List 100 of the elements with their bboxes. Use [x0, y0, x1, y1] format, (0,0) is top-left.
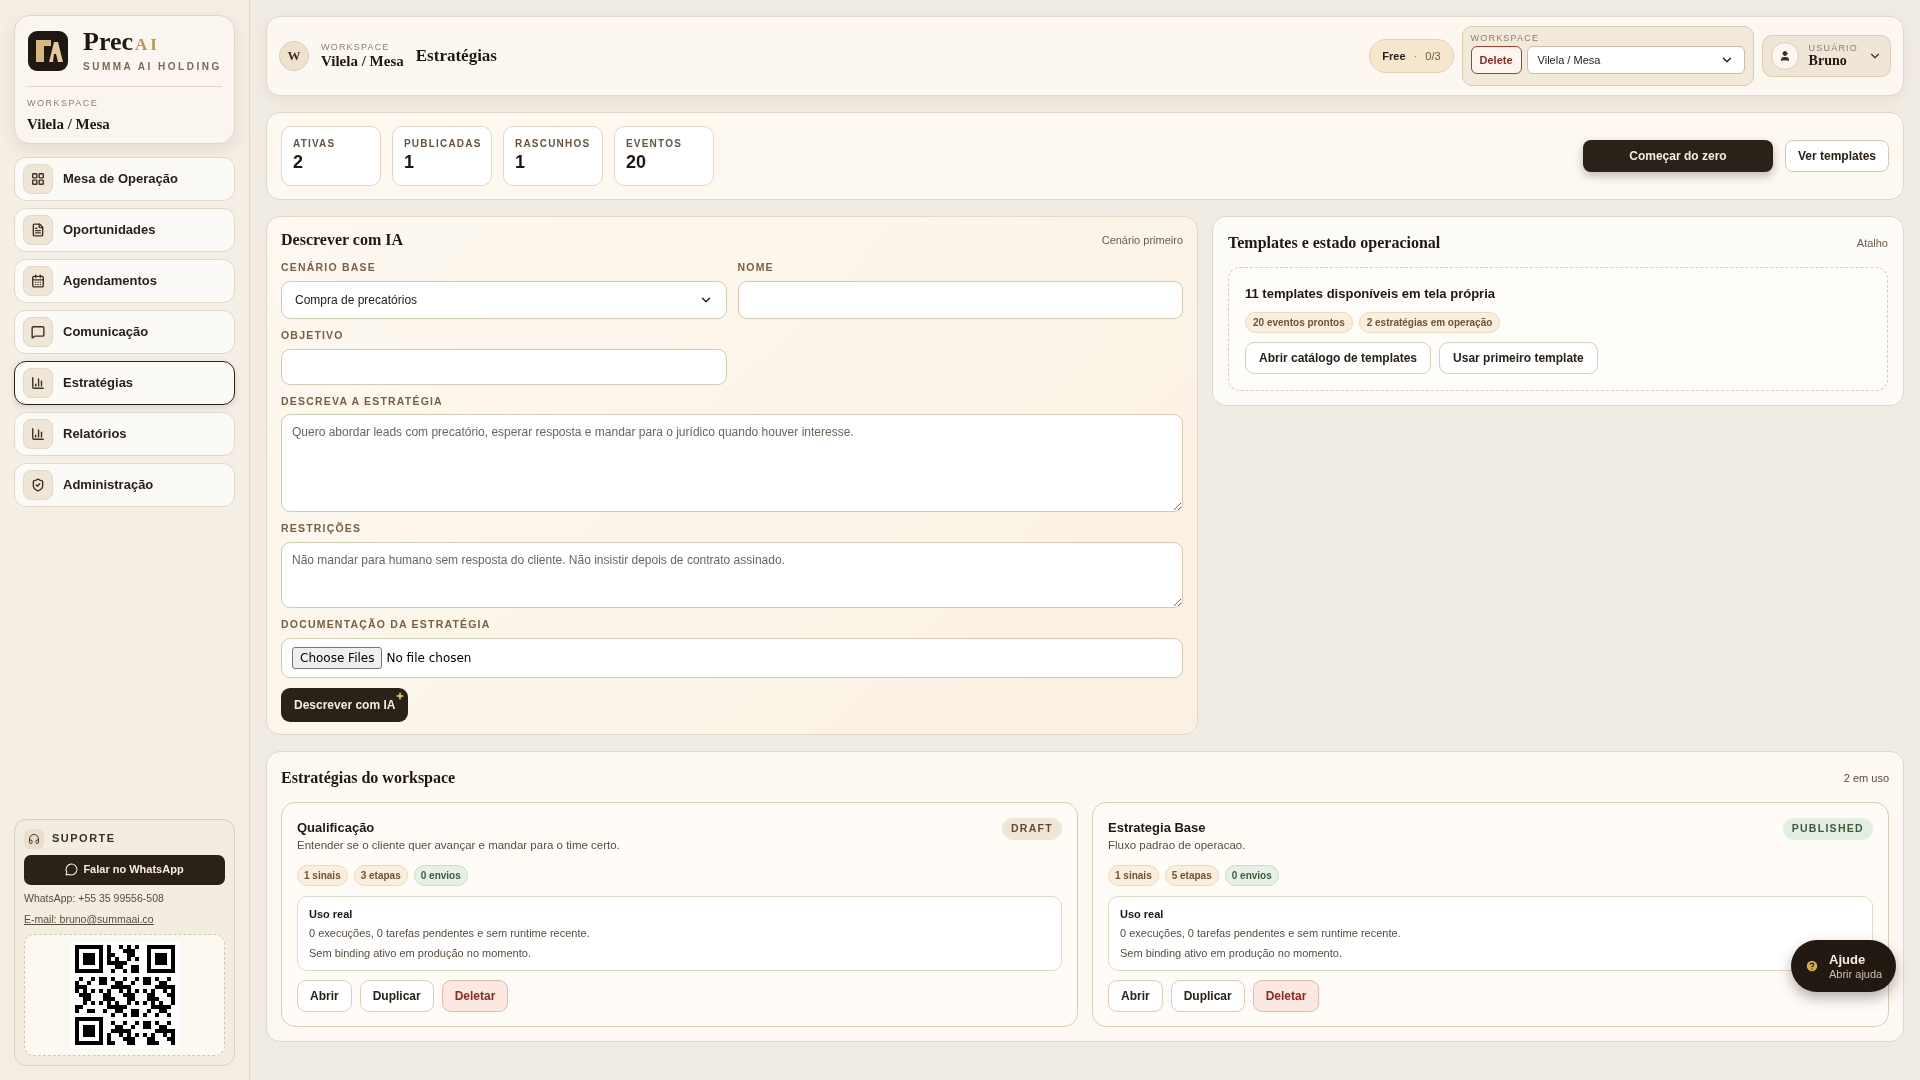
stat-label: RASCUNHOS [515, 137, 591, 151]
strategies-count: 2 em uso [1843, 770, 1889, 786]
info-chip: 20 eventos prontos [1245, 311, 1353, 333]
info-chip: 1 sinais [1108, 864, 1159, 886]
stat-value: 1 [515, 151, 526, 173]
brand-name: PrecAI [83, 28, 161, 58]
plan-usage: 0/3 [1425, 48, 1441, 64]
workspace-label: WORKSPACE [27, 97, 100, 110]
stat-label: PUBLICADAS [404, 137, 480, 151]
delete-button[interactable]: Deletar [441, 980, 509, 1012]
delete-button[interactable]: Delete [1470, 46, 1522, 74]
info-chip: 0 envios [1224, 864, 1279, 886]
picker-label: WORKSPACE [1470, 33, 1541, 43]
card-hint: Atalho [1856, 235, 1888, 251]
info-chip: 5 etapas [1164, 864, 1219, 886]
card-title: Templates e estado operacional [1228, 233, 1441, 254]
action-button[interactable]: Duplicar [1170, 980, 1245, 1012]
plan-name: Free [1382, 48, 1406, 64]
stat-value: 20 [626, 151, 648, 173]
restrictions-field[interactable]: Não mandar para humano sem resposta do cliente. Não insistir depois de contrato assinado. [281, 542, 1183, 608]
action-button[interactable]: Duplicar [359, 980, 434, 1012]
file-status: No file chosen [386, 649, 472, 667]
shield-icon [31, 478, 45, 492]
workspace-name: Vilela / Mesa [27, 114, 111, 134]
nav-item[interactable]: Estratégias [14, 361, 235, 405]
field-label: RESTRIÇÕES [281, 521, 363, 537]
help-icon [1805, 959, 1819, 973]
nav-item[interactable]: Oportunidades [14, 208, 235, 252]
usage-title: Uso real [1120, 906, 1165, 922]
strategy-name: Qualificação [297, 818, 376, 837]
template-button[interactable]: Abrir catálogo de templates [1245, 341, 1432, 374]
card-title: Descrever com IA [281, 230, 404, 250]
bar-chart-icon [31, 376, 45, 390]
logo-icon [27, 30, 69, 72]
workspace-label: WORKSPACE [321, 42, 391, 52]
nav-item[interactable]: Mesa de Operação [14, 157, 235, 201]
whatsapp-icon [65, 863, 79, 876]
templates-button[interactable]: Ver templates [1784, 140, 1889, 172]
workspace-select[interactable]: Vilela / Mesa [1526, 46, 1745, 74]
nav-item[interactable]: Comunicação [14, 310, 235, 354]
describe-button[interactable]: Descrever com IA [281, 687, 409, 722]
help-button[interactable]: Ajude Abrir ajuda [1791, 940, 1897, 992]
start-button[interactable]: Começar do zero [1582, 140, 1773, 172]
field-label: OBJETIVO [281, 327, 345, 343]
template-button[interactable]: Usar primeiro template [1439, 341, 1598, 374]
whatsapp-button[interactable]: Falar no WhatsApp [24, 854, 225, 885]
chat-icon [31, 325, 45, 339]
field-label: DOCUMENTAÇÃO DA ESTRATÉGIA [281, 617, 492, 632]
user-icon [1778, 50, 1791, 62]
usage-text: 0 execuções, 0 tarefas pendentes e sem runtime recente. [1120, 926, 1401, 941]
plan-separator: · [1413, 48, 1418, 64]
scenario-select[interactable]: Compra de precatórios [281, 280, 727, 319]
templates-heading: 11 templates disponíveis em tela própria [1245, 285, 1496, 303]
workspace-name: Vilela / Mesa [321, 52, 404, 70]
stat-label: EVENTOS [626, 137, 683, 151]
usage-text: Sem binding ativo em produção no momento. [1120, 945, 1342, 961]
user-menu[interactable]: USUÁRIO Bruno [1761, 35, 1891, 77]
field-label: NOME [737, 260, 775, 275]
card-title: Estratégias do workspace [281, 767, 456, 789]
brand-subtitle: SUMMA AI HOLDING [83, 60, 222, 74]
objective-field[interactable] [281, 348, 727, 385]
stat-value: 1 [404, 151, 415, 173]
headphones-icon [28, 832, 40, 845]
nav-item[interactable]: Relatórios [14, 412, 235, 456]
file-field[interactable]: Choose Files No file chosen [281, 637, 1183, 678]
support-title: SUPORTE [52, 831, 116, 847]
stat-value: 2 [293, 151, 304, 173]
status-badge: PUBLISHED [1782, 817, 1873, 840]
support-phone: WhatsApp: +55 35 99556-508 [24, 890, 165, 906]
info-chip: 1 sinais [297, 864, 348, 886]
action-button[interactable]: Abrir [1108, 980, 1163, 1012]
strategy-name: Estrategia Base [1108, 818, 1207, 837]
grid-icon [31, 172, 45, 186]
bar-chart-icon [31, 427, 45, 441]
user-name: Bruno [1808, 53, 1847, 69]
nav-item[interactable]: Agendamentos [14, 259, 235, 303]
usage-text: Sem binding ativo em produção no momento. [309, 945, 531, 961]
status-badge: DRAFT [1001, 817, 1062, 840]
strategy-field[interactable]: Quero abordar leads com precatório, esperar resposta e mandar para o jurídico quando houver interesse. [281, 414, 1183, 513]
support-email-link[interactable]: E-mail: bruno@summaai.co [24, 912, 225, 928]
stat-label: ATIVAS [293, 137, 337, 151]
calendar-icon [31, 274, 45, 288]
delete-button[interactable]: Deletar [1252, 980, 1320, 1012]
action-button[interactable]: Abrir [297, 980, 352, 1012]
strategy-description: Fluxo padrao de operacao. [1108, 838, 1246, 854]
field-label: CENÁRIO BASE [281, 260, 377, 275]
strategy-description: Entender se o cliente quer avançar e mandar para o time certo. [297, 838, 620, 854]
name-field[interactable] [737, 280, 1183, 319]
nav-item[interactable]: Administração [14, 463, 235, 507]
sparkle-icon [396, 691, 405, 700]
user-label: USUÁRIO [1808, 43, 1858, 53]
document-icon [31, 223, 45, 237]
info-chip: 3 etapas [353, 864, 408, 886]
usage-text: 0 execuções, 0 tarefas pendentes e sem runtime recente. [309, 926, 590, 941]
field-label: DESCREVA A ESTRATÉGIA [281, 393, 444, 409]
workspace-avatar: W [279, 41, 309, 71]
info-chip: 0 envios [413, 864, 468, 886]
card-hint: Cenário primeiro [1101, 232, 1183, 248]
choose-files-button[interactable]: Choose Files [292, 646, 383, 669]
page-title: Estratégias [415, 45, 497, 68]
